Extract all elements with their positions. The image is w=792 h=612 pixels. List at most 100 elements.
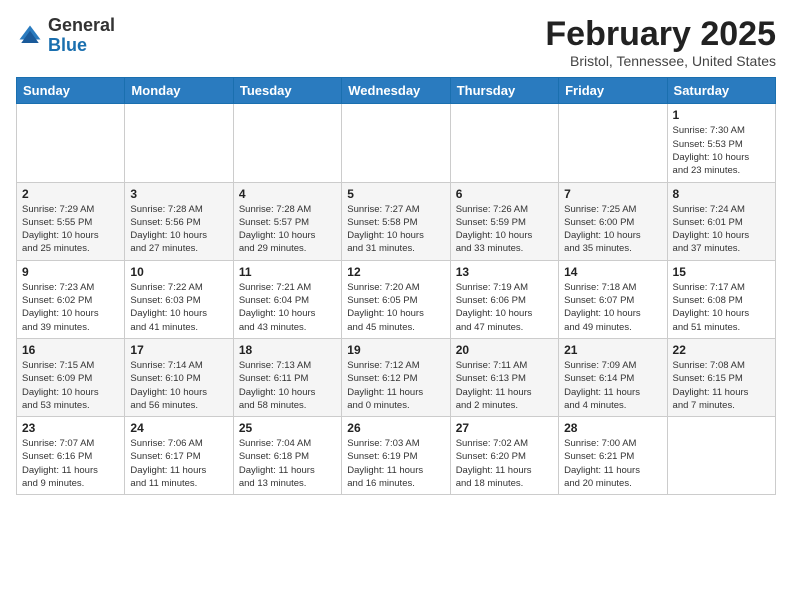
calendar-cell [559, 104, 667, 182]
day-number: 22 [673, 343, 770, 357]
calendar-cell [17, 104, 125, 182]
logo-general: General [48, 16, 115, 36]
day-info: Sunrise: 7:22 AM Sunset: 6:03 PM Dayligh… [130, 281, 227, 334]
calendar-cell: 1Sunrise: 7:30 AM Sunset: 5:53 PM Daylig… [667, 104, 775, 182]
weekday-header: Friday [559, 78, 667, 104]
calendar-cell: 8 Sunrise: 7:24 AM Sunset: 6:01 PM Daylig… [667, 182, 775, 260]
day-number: 16 [22, 343, 119, 357]
day-number: 24 [130, 421, 227, 435]
day-number: 1 [673, 108, 770, 122]
calendar-cell: 19 Sunrise: 7:12 AM Sunset: 6:12 PM Dayli… [342, 338, 450, 416]
calendar-week-row: 16 Sunrise: 7:15 AM Sunset: 6:09 PM Dayli… [17, 338, 776, 416]
weekday-header-row: SundayMondayTuesdayWednesdayThursdayFrid… [17, 78, 776, 104]
title-block: February 2025 Bristol, Tennessee, United… [545, 16, 776, 69]
day-info: Sunrise: 7:21 AM Sunset: 6:04 PM Dayligh… [239, 281, 336, 334]
calendar: SundayMondayTuesdayWednesdayThursdayFrid… [16, 77, 776, 495]
location: Bristol, Tennessee, United States [545, 53, 776, 69]
day-info: Sunrise: 7:15 AM Sunset: 6:09 PM Dayligh… [22, 359, 119, 412]
day-number: 27 [456, 421, 553, 435]
logo-text: General Blue [48, 16, 115, 56]
calendar-cell: 21 Sunrise: 7:09 AM Sunset: 6:14 PM Dayli… [559, 338, 667, 416]
day-info: Sunrise: 7:13 AM Sunset: 6:11 PM Dayligh… [239, 359, 336, 412]
day-info: Sunrise: 7:00 AM Sunset: 6:21 PM Dayligh… [564, 437, 661, 490]
day-number: 26 [347, 421, 444, 435]
day-number: 19 [347, 343, 444, 357]
weekday-header: Tuesday [233, 78, 341, 104]
day-number: 15 [673, 265, 770, 279]
day-number: 12 [347, 265, 444, 279]
calendar-cell: 2 Sunrise: 7:29 AM Sunset: 5:55 PM Daylig… [17, 182, 125, 260]
day-info: Sunrise: 7:12 AM Sunset: 6:12 PM Dayligh… [347, 359, 444, 412]
day-number: 25 [239, 421, 336, 435]
day-info: Sunrise: 7:25 AM Sunset: 6:00 PM Dayligh… [564, 203, 661, 256]
weekday-header: Wednesday [342, 78, 450, 104]
day-number: 14 [564, 265, 661, 279]
calendar-cell: 10 Sunrise: 7:22 AM Sunset: 6:03 PM Dayli… [125, 260, 233, 338]
day-info: Sunrise: 7:27 AM Sunset: 5:58 PM Dayligh… [347, 203, 444, 256]
calendar-cell [125, 104, 233, 182]
day-number: 17 [130, 343, 227, 357]
calendar-cell: 3Sunrise: 7:28 AM Sunset: 5:56 PM Daylig… [125, 182, 233, 260]
calendar-cell [450, 104, 558, 182]
day-info: Sunrise: 7:19 AM Sunset: 6:06 PM Dayligh… [456, 281, 553, 334]
day-info: Sunrise: 7:06 AM Sunset: 6:17 PM Dayligh… [130, 437, 227, 490]
calendar-cell: 9Sunrise: 7:23 AM Sunset: 6:02 PM Daylig… [17, 260, 125, 338]
calendar-cell: 12 Sunrise: 7:20 AM Sunset: 6:05 PM Dayli… [342, 260, 450, 338]
weekday-header: Monday [125, 78, 233, 104]
calendar-cell [342, 104, 450, 182]
calendar-week-row: 1Sunrise: 7:30 AM Sunset: 5:53 PM Daylig… [17, 104, 776, 182]
day-info: Sunrise: 7:14 AM Sunset: 6:10 PM Dayligh… [130, 359, 227, 412]
month-title: February 2025 [545, 16, 776, 53]
day-info: Sunrise: 7:23 AM Sunset: 6:02 PM Dayligh… [22, 281, 119, 334]
day-info: Sunrise: 7:04 AM Sunset: 6:18 PM Dayligh… [239, 437, 336, 490]
calendar-cell: 15 Sunrise: 7:17 AM Sunset: 6:08 PM Dayli… [667, 260, 775, 338]
day-number: 4 [239, 187, 336, 201]
day-number: 20 [456, 343, 553, 357]
day-info: Sunrise: 7:17 AM Sunset: 6:08 PM Dayligh… [673, 281, 770, 334]
day-info: Sunrise: 7:28 AM Sunset: 5:57 PM Dayligh… [239, 203, 336, 256]
calendar-cell: 23 Sunrise: 7:07 AM Sunset: 6:16 PM Dayli… [17, 417, 125, 495]
day-number: 23 [22, 421, 119, 435]
calendar-cell [233, 104, 341, 182]
calendar-cell [667, 417, 775, 495]
day-info: Sunrise: 7:24 AM Sunset: 6:01 PM Dayligh… [673, 203, 770, 256]
day-number: 7 [564, 187, 661, 201]
calendar-cell: 28 Sunrise: 7:00 AM Sunset: 6:21 PM Dayli… [559, 417, 667, 495]
calendar-cell: 20 Sunrise: 7:11 AM Sunset: 6:13 PM Dayli… [450, 338, 558, 416]
calendar-cell: 25 Sunrise: 7:04 AM Sunset: 6:18 PM Dayli… [233, 417, 341, 495]
calendar-cell: 14 Sunrise: 7:18 AM Sunset: 6:07 PM Dayli… [559, 260, 667, 338]
calendar-cell: 11Sunrise: 7:21 AM Sunset: 6:04 PM Dayli… [233, 260, 341, 338]
calendar-cell: 18 Sunrise: 7:13 AM Sunset: 6:11 PM Dayli… [233, 338, 341, 416]
day-number: 6 [456, 187, 553, 201]
calendar-cell: 24 Sunrise: 7:06 AM Sunset: 6:17 PM Dayli… [125, 417, 233, 495]
day-info: Sunrise: 7:29 AM Sunset: 5:55 PM Dayligh… [22, 203, 119, 256]
calendar-week-row: 9Sunrise: 7:23 AM Sunset: 6:02 PM Daylig… [17, 260, 776, 338]
day-number: 18 [239, 343, 336, 357]
calendar-cell: 16 Sunrise: 7:15 AM Sunset: 6:09 PM Dayli… [17, 338, 125, 416]
logo-blue: Blue [48, 36, 115, 56]
logo: General Blue [16, 16, 115, 56]
day-info: Sunrise: 7:08 AM Sunset: 6:15 PM Dayligh… [673, 359, 770, 412]
logo-icon [16, 22, 44, 50]
page-header: General Blue February 2025 Bristol, Tenn… [16, 16, 776, 69]
day-info: Sunrise: 7:20 AM Sunset: 6:05 PM Dayligh… [347, 281, 444, 334]
calendar-cell: 27 Sunrise: 7:02 AM Sunset: 6:20 PM Dayli… [450, 417, 558, 495]
day-number: 10 [130, 265, 227, 279]
calendar-cell: 26Sunrise: 7:03 AM Sunset: 6:19 PM Dayli… [342, 417, 450, 495]
day-info: Sunrise: 7:11 AM Sunset: 6:13 PM Dayligh… [456, 359, 553, 412]
day-number: 5 [347, 187, 444, 201]
weekday-header: Sunday [17, 78, 125, 104]
day-info: Sunrise: 7:07 AM Sunset: 6:16 PM Dayligh… [22, 437, 119, 490]
calendar-cell: 6Sunrise: 7:26 AM Sunset: 5:59 PM Daylig… [450, 182, 558, 260]
day-info: Sunrise: 7:09 AM Sunset: 6:14 PM Dayligh… [564, 359, 661, 412]
day-number: 21 [564, 343, 661, 357]
calendar-cell: 4 Sunrise: 7:28 AM Sunset: 5:57 PM Daylig… [233, 182, 341, 260]
day-number: 28 [564, 421, 661, 435]
day-info: Sunrise: 7:02 AM Sunset: 6:20 PM Dayligh… [456, 437, 553, 490]
calendar-week-row: 23 Sunrise: 7:07 AM Sunset: 6:16 PM Dayli… [17, 417, 776, 495]
calendar-cell: 13Sunrise: 7:19 AM Sunset: 6:06 PM Dayli… [450, 260, 558, 338]
day-number: 8 [673, 187, 770, 201]
calendar-cell: 7 Sunrise: 7:25 AM Sunset: 6:00 PM Daylig… [559, 182, 667, 260]
day-number: 2 [22, 187, 119, 201]
day-info: Sunrise: 7:18 AM Sunset: 6:07 PM Dayligh… [564, 281, 661, 334]
